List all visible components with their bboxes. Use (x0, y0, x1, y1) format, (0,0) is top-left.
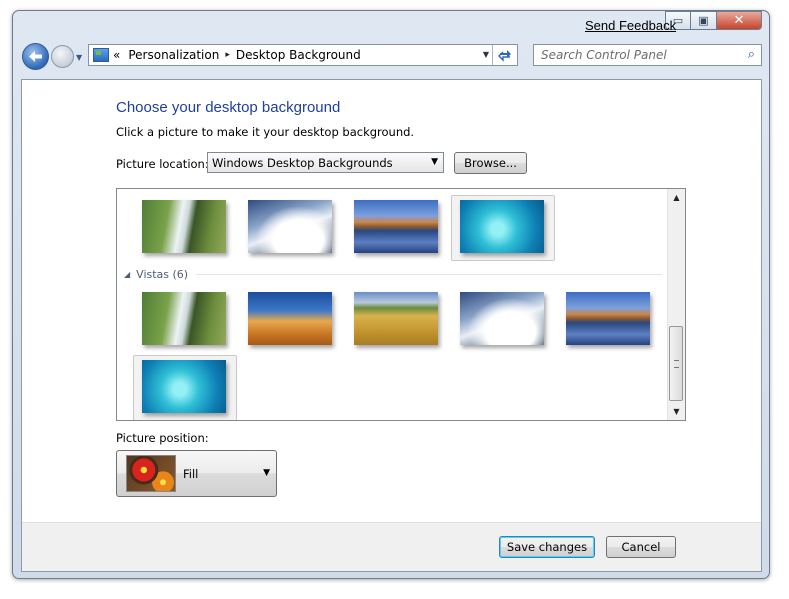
wallpaper-gallery: ◢ Vistas (6) ▲ ▼ (116, 188, 686, 421)
save-changes-label: Save changes (506, 540, 588, 554)
chevron-down-icon: ▼ (431, 157, 438, 167)
instruction-text: Click a picture to make it your desktop … (116, 125, 415, 139)
picture-location-value: Windows Desktop Backgrounds (212, 156, 393, 170)
back-button[interactable] (22, 43, 49, 70)
page-title: Choose your desktop background (116, 99, 341, 116)
breadcrumb-personalization[interactable]: Personalization (128, 48, 219, 62)
grip-icon (674, 360, 679, 368)
search-input[interactable]: Search Control Panel ⌕ (533, 44, 762, 66)
picture-position-value: Fill (183, 467, 199, 481)
address-dropdown-icon[interactable]: ▼ (483, 50, 489, 59)
browse-label: Browse... (464, 156, 517, 170)
search-placeholder: Search Control Panel (541, 48, 667, 62)
collapse-triangle-icon[interactable]: ◢ (124, 270, 130, 279)
breadcrumb-desktop-background[interactable]: Desktop Background (236, 48, 361, 62)
vertical-scrollbar[interactable]: ▲ ▼ (667, 189, 685, 420)
address-bar[interactable]: « Personalization ▸ Desktop Background ▼ (88, 44, 518, 66)
wallpaper-thumbnail-mountain-lake[interactable] (566, 292, 650, 345)
footer-bar: Save changes Cancel (22, 522, 761, 571)
refresh-button[interactable] (492, 45, 517, 65)
window-frame: ▭ ▣ ✕ Send Feedback ▼ « Personalization … (12, 10, 770, 579)
wallpaper-thumbnail-sand-dune[interactable] (248, 292, 332, 345)
scrollbar-thumb[interactable] (669, 326, 683, 401)
wallpaper-thumbnail-waterfall[interactable] (142, 200, 226, 253)
picture-position-select[interactable]: Fill ▼ (116, 450, 277, 497)
recent-pages-dropdown[interactable]: ▼ (76, 53, 82, 62)
breadcrumb-overflow[interactable]: « (113, 48, 120, 62)
refresh-icon (498, 50, 511, 62)
group-label: Vistas (6) (136, 268, 189, 281)
cancel-button[interactable]: Cancel (606, 536, 676, 558)
caption-buttons: ▭ ▣ ✕ (665, 11, 762, 30)
wallpaper-thumbnail-wheat-field[interactable] (354, 292, 438, 345)
flower-preview-icon (126, 455, 176, 492)
scroll-down-arrow-icon[interactable]: ▼ (668, 403, 685, 420)
maximize-button[interactable]: ▣ (691, 11, 717, 30)
picture-location-label: Picture location: (116, 157, 209, 171)
scroll-up-arrow-icon[interactable]: ▲ (668, 189, 685, 206)
breadcrumb-separator[interactable]: ▸ (225, 50, 230, 60)
back-arrow-icon (29, 51, 42, 62)
forward-button[interactable] (51, 45, 74, 68)
browse-button[interactable]: Browse... (454, 152, 527, 174)
content-area: Choose your desktop background Click a p… (21, 79, 762, 572)
wallpaper-thumbnail-snowy-mountains[interactable] (460, 292, 544, 345)
wallpaper-thumbnail-underwater-fish[interactable] (460, 200, 544, 253)
group-divider (196, 274, 662, 275)
picture-position-label: Picture position: (116, 431, 209, 445)
wallpaper-thumbnail-mountain-lake[interactable] (354, 200, 438, 253)
wallpaper-thumbnail-underwater-fish[interactable] (142, 360, 226, 413)
wallpaper-thumbnail-snowy-mountains[interactable] (248, 200, 332, 253)
control-panel-icon (93, 48, 109, 62)
cancel-label: Cancel (621, 540, 661, 554)
group-header-vistas[interactable]: ◢ Vistas (6) (124, 268, 662, 281)
magnifier-icon[interactable]: ⌕ (748, 47, 755, 62)
wallpaper-thumbnail-waterfall[interactable] (142, 292, 226, 345)
save-changes-button[interactable]: Save changes (499, 536, 595, 558)
picture-location-select[interactable]: Windows Desktop Backgrounds ▼ (207, 152, 444, 173)
chevron-down-icon: ▼ (263, 468, 270, 478)
send-feedback-link[interactable]: Send Feedback (585, 18, 676, 33)
close-button[interactable]: ✕ (717, 11, 762, 30)
